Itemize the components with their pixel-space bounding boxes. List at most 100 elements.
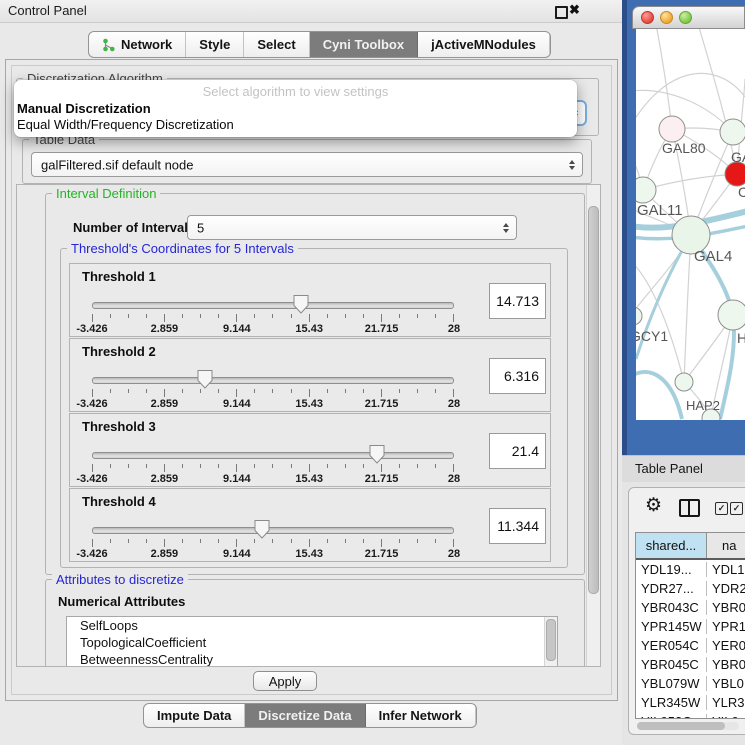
cell-name[interactable]: YBR0	[707, 657, 745, 672]
column-header-name[interactable]: na	[707, 533, 745, 558]
group-title: Interval Definition	[52, 185, 160, 202]
top-tab[interactable]: Select	[244, 32, 309, 57]
top-tab[interactable]: Network	[89, 32, 186, 57]
bottom-tab[interactable]: Infer Network	[366, 704, 476, 727]
table-row[interactable]: YDL19... YDL1	[636, 560, 745, 579]
tick-mark	[218, 464, 219, 468]
table-row[interactable]: YER054C YER0	[636, 636, 745, 655]
tick-mark	[236, 539, 237, 547]
threshold-slider[interactable]	[92, 302, 454, 309]
cell-shared-name[interactable]: YBR045C	[636, 657, 707, 672]
cell-name[interactable]: YDL1	[707, 562, 745, 577]
table-row[interactable]: YBL079W YBL0	[636, 674, 745, 693]
network-node-gal80[interactable]	[659, 116, 685, 142]
threshold-label: Threshold 3	[82, 419, 156, 434]
slider-axis-label: 2.859	[151, 473, 179, 485]
vertical-scrollbar[interactable]	[586, 185, 600, 666]
threshold-slider[interactable]	[92, 527, 454, 534]
num-intervals-select[interactable]: 5	[187, 215, 517, 240]
cell-name[interactable]: YIL0	[707, 714, 745, 719]
horizontal-scrollbar-thumb[interactable]	[637, 722, 725, 730]
cell-name[interactable]: YER0	[707, 638, 745, 653]
list-scrollbar[interactable]	[544, 617, 557, 666]
close-traffic-light-icon[interactable]	[641, 11, 654, 24]
list-item[interactable]: SelfLoops	[67, 617, 557, 634]
columns-icon[interactable]	[679, 499, 700, 517]
top-tab[interactable]: jActiveMNodules	[418, 32, 550, 57]
threshold-value-field[interactable]: 6.316	[489, 358, 546, 394]
threshold-slider[interactable]	[92, 377, 454, 384]
slider-thumb[interactable]	[255, 520, 270, 539]
slider-axis-label: 28	[448, 548, 460, 560]
slider-axis-label: 9.144	[223, 323, 251, 335]
gear-icon[interactable]: ⚙	[645, 494, 662, 517]
dropdown-item[interactable]: Manual Discretization	[14, 101, 577, 117]
cell-shared-name[interactable]: YDL19...	[636, 562, 707, 577]
tick-mark	[327, 464, 328, 468]
minimize-traffic-light-icon[interactable]	[660, 11, 673, 24]
tick-mark	[345, 314, 346, 318]
bottom-tab[interactable]: Impute Data	[144, 704, 245, 727]
tick-mark	[435, 539, 436, 543]
slider-thumb[interactable]	[293, 295, 308, 314]
list-item[interactable]: TopologicalCoefficient	[67, 634, 557, 651]
network-node-top-right[interactable]	[720, 119, 745, 145]
network-svg[interactable]: GAL80 GA C GAL11 GAL4 GCY1 H HAP2	[636, 29, 745, 420]
cell-shared-name[interactable]: YPR145W	[636, 619, 707, 634]
cell-name[interactable]: YLR3	[707, 695, 745, 710]
slider-thumb[interactable]	[197, 370, 212, 389]
zoom-traffic-light-icon[interactable]	[679, 11, 692, 24]
network-node-hap2[interactable]	[675, 373, 693, 391]
network-node-gcy1[interactable]	[636, 307, 642, 325]
tick-mark	[110, 314, 111, 318]
cell-shared-name[interactable]: YLR345W	[636, 695, 707, 710]
network-view[interactable]: GAL80 GA C GAL11 GAL4 GCY1 H HAP2	[636, 29, 745, 420]
checkbox-icon[interactable]: ✓	[715, 502, 728, 515]
node-label: GAL4	[694, 248, 732, 265]
float-icon[interactable]	[555, 6, 568, 19]
numerical-attributes-list[interactable]: SelfLoops TopologicalCoefficient Between…	[66, 616, 558, 667]
close-icon[interactable]: ✖	[569, 2, 580, 18]
tick-mark	[164, 314, 165, 322]
threshold-value-field[interactable]: 11.344	[489, 508, 546, 544]
threshold-value-field[interactable]: 14.713	[489, 283, 546, 319]
list-scrollbar-thumb[interactable]	[546, 619, 556, 661]
network-node-h[interactable]	[718, 300, 745, 330]
horizontal-scrollbar[interactable]	[637, 722, 739, 730]
cell-shared-name[interactable]: YIL052C	[636, 714, 707, 719]
column-header-shared[interactable]: shared...	[636, 533, 707, 558]
table-row[interactable]: YPR145W YPR1	[636, 617, 745, 636]
top-tab[interactable]: Cyni Toolbox	[310, 32, 418, 57]
cell-shared-name[interactable]: YDR27...	[636, 581, 707, 596]
cell-name[interactable]: YDR2	[707, 581, 745, 596]
dropdown-item[interactable]: Equal Width/Frequency Discretization	[14, 117, 577, 133]
table-row[interactable]: YIL052C YIL0	[636, 712, 745, 719]
network-node-selected-red[interactable]	[725, 162, 745, 186]
cell-shared-name[interactable]: YBL079W	[636, 676, 707, 691]
table-row[interactable]: YBR045C YBR0	[636, 655, 745, 674]
tick-mark	[399, 464, 400, 468]
slider-thumb[interactable]	[370, 445, 385, 464]
threshold-slider[interactable]	[92, 452, 454, 459]
cell-shared-name[interactable]: YBR043C	[636, 600, 707, 615]
cell-shared-name[interactable]: YER054C	[636, 638, 707, 653]
table-data-select[interactable]: galFiltered.sif default node	[31, 152, 583, 177]
slider-axis: -3.4262.8599.14415.4321.71528	[92, 473, 454, 485]
list-item[interactable]: BetweennessCentrality	[67, 651, 557, 667]
tick-mark	[417, 314, 418, 318]
bottom-tab[interactable]: Discretize Data	[245, 704, 365, 727]
network-tab-icon	[102, 38, 115, 52]
checkbox-icon[interactable]: ✓	[730, 502, 743, 515]
threshold-value-field[interactable]: 21.4	[489, 433, 546, 469]
cell-name[interactable]: YPR1	[707, 619, 745, 634]
apply-button[interactable]: Apply	[253, 671, 317, 691]
cell-name[interactable]: YBL0	[707, 676, 745, 691]
top-tab[interactable]: Style	[186, 32, 244, 57]
table-row[interactable]: YLR345W YLR3	[636, 693, 745, 712]
network-window-titlebar[interactable]	[632, 6, 745, 29]
control-panel-titlebar: Control Panel ✖	[0, 0, 622, 23]
table-row[interactable]: YDR27... YDR2	[636, 579, 745, 598]
vertical-scrollbar-thumb[interactable]	[588, 206, 599, 594]
cell-name[interactable]: YBR0	[707, 600, 745, 615]
table-row[interactable]: YBR043C YBR0	[636, 598, 745, 617]
